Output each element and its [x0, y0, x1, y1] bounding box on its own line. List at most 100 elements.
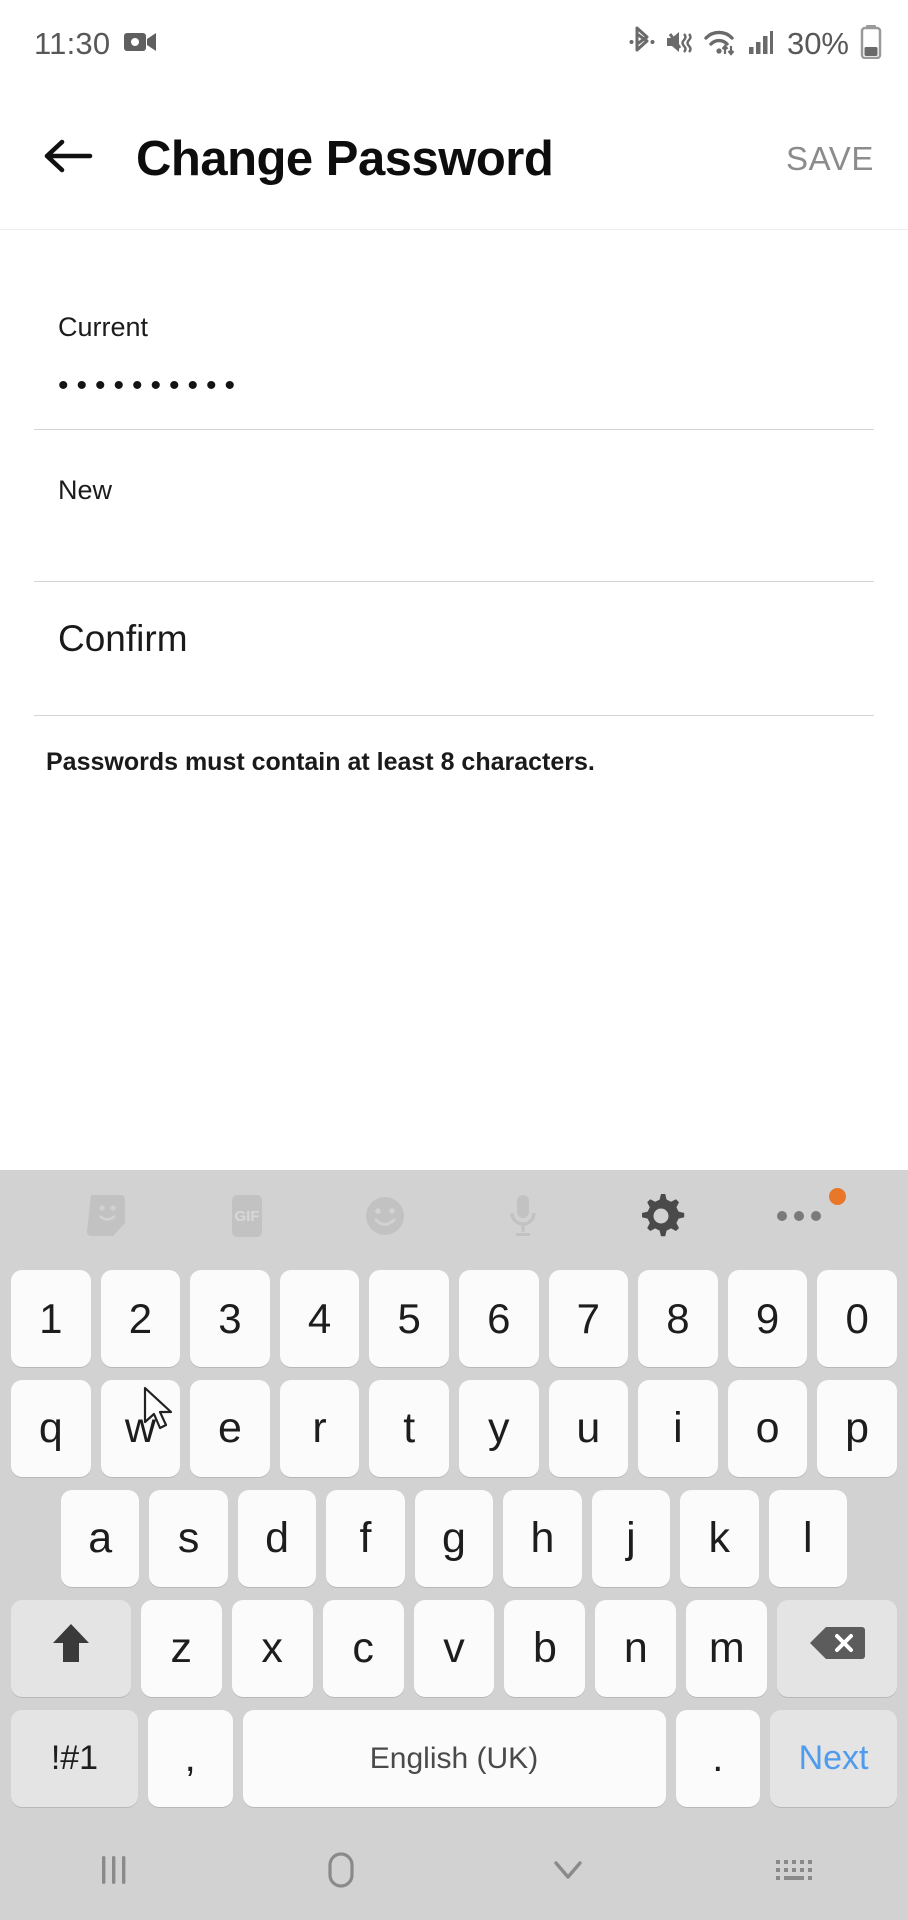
- current-password-label: Current: [58, 312, 149, 342]
- mute-vibrate-icon: [664, 26, 694, 63]
- notification-badge-dot: [829, 1188, 846, 1205]
- backspace-key[interactable]: [777, 1600, 897, 1697]
- key-1[interactable]: 1: [11, 1270, 91, 1367]
- keyboard-settings-button[interactable]: [592, 1170, 730, 1266]
- status-bar-right: 30%: [629, 24, 882, 64]
- home-button[interactable]: [227, 1824, 454, 1920]
- shift-arrow-icon: [49, 1619, 93, 1678]
- save-button[interactable]: SAVE: [782, 130, 878, 188]
- recents-icon: [93, 1850, 135, 1895]
- change-password-form: Current •••••••••• New Confirm Passwords…: [0, 230, 908, 1170]
- shift-key[interactable]: [11, 1600, 131, 1697]
- key-k[interactable]: k: [680, 1490, 759, 1587]
- cellular-signal-icon: [748, 26, 774, 63]
- key-w[interactable]: w: [100, 1380, 181, 1477]
- gif-button[interactable]: GIF: [178, 1170, 316, 1266]
- key-x[interactable]: x: [231, 1600, 313, 1697]
- gear-icon: [635, 1190, 687, 1247]
- key-v[interactable]: v: [413, 1600, 495, 1697]
- keyboard-toolbar: GIF: [0, 1170, 908, 1266]
- key-d[interactable]: d: [237, 1490, 317, 1587]
- confirm-password-field[interactable]: Confirm: [34, 582, 874, 716]
- key-c[interactable]: c: [322, 1600, 404, 1697]
- back-arrow-icon: [42, 136, 94, 181]
- key-j[interactable]: j: [591, 1490, 671, 1587]
- space-key[interactable]: English (UK): [242, 1710, 666, 1807]
- period-key[interactable]: .: [675, 1710, 761, 1807]
- key-i[interactable]: i: [638, 1380, 718, 1477]
- key-p[interactable]: p: [817, 1380, 897, 1477]
- current-password-value: ••••••••••: [58, 369, 244, 402]
- status-bar: 11:30 30%: [0, 0, 908, 88]
- key-m[interactable]: m: [686, 1600, 768, 1697]
- phone-screen: 11:30 30% Change Password SAVE Current •…: [0, 0, 908, 1920]
- back-button[interactable]: [36, 127, 100, 191]
- keyboard-switch-button[interactable]: [681, 1824, 908, 1920]
- key-f[interactable]: f: [326, 1490, 405, 1587]
- keyboard-row-numbers: 1 2 3 4 5 6 7 8 9 0: [0, 1270, 908, 1367]
- status-bar-left: 11:30: [34, 26, 158, 62]
- key-2[interactable]: 2: [100, 1270, 181, 1367]
- keyboard-row-home: a s d f g h j k l: [0, 1490, 908, 1587]
- key-l[interactable]: l: [768, 1490, 847, 1587]
- recents-button[interactable]: [0, 1824, 227, 1920]
- hide-keyboard-button[interactable]: [454, 1824, 681, 1920]
- key-h[interactable]: h: [503, 1490, 582, 1587]
- home-icon: [319, 1848, 363, 1897]
- battery-percent-label: 30%: [786, 26, 849, 61]
- current-password-field[interactable]: Current ••••••••••: [34, 230, 874, 430]
- key-4[interactable]: 4: [279, 1270, 360, 1367]
- symbols-key[interactable]: !#1: [11, 1710, 138, 1807]
- key-q[interactable]: q: [11, 1380, 91, 1477]
- key-s[interactable]: s: [149, 1490, 228, 1587]
- key-t[interactable]: t: [369, 1380, 449, 1477]
- key-5[interactable]: 5: [369, 1270, 449, 1367]
- key-a[interactable]: a: [61, 1490, 140, 1587]
- key-b[interactable]: b: [504, 1600, 586, 1697]
- bluetooth-icon: [629, 26, 655, 63]
- key-g[interactable]: g: [414, 1490, 494, 1587]
- key-8[interactable]: 8: [638, 1270, 718, 1367]
- emoji-button[interactable]: [316, 1170, 454, 1266]
- key-0[interactable]: 0: [817, 1270, 897, 1367]
- key-3[interactable]: 3: [190, 1270, 270, 1367]
- new-password-field[interactable]: New: [34, 430, 874, 582]
- key-y[interactable]: y: [458, 1380, 539, 1477]
- key-6[interactable]: 6: [458, 1270, 539, 1367]
- app-bar: Change Password SAVE: [0, 88, 908, 230]
- key-9[interactable]: 9: [727, 1270, 808, 1367]
- page-title: Change Password: [136, 131, 554, 186]
- key-n[interactable]: n: [595, 1600, 677, 1697]
- gif-icon: GIF: [224, 1191, 270, 1246]
- system-navigation-bar: [0, 1824, 908, 1920]
- svg-text:GIF: GIF: [235, 1208, 260, 1225]
- key-7[interactable]: 7: [548, 1270, 629, 1367]
- keyboard-row-zxcv: z x c v b n m: [0, 1600, 908, 1697]
- key-e[interactable]: e: [190, 1380, 270, 1477]
- password-helper-text: Passwords must contain at least 8 charac…: [46, 748, 595, 776]
- more-options-button[interactable]: [730, 1170, 868, 1266]
- comma-key[interactable]: ,: [147, 1710, 233, 1807]
- sticker-icon: [86, 1191, 132, 1246]
- microphone-icon: [503, 1190, 543, 1247]
- hide-keyboard-icon: [546, 1853, 590, 1892]
- microphone-button[interactable]: [454, 1170, 592, 1266]
- more-options-icon: [775, 1208, 823, 1229]
- keyboard-row-qwerty: q w e r t y u i o p: [0, 1380, 908, 1477]
- status-clock: 11:30: [34, 26, 111, 61]
- wifi-icon: [703, 26, 739, 63]
- backspace-icon: [808, 1623, 866, 1674]
- confirm-password-label: Confirm: [58, 618, 188, 659]
- emoji-icon: [360, 1191, 410, 1246]
- key-u[interactable]: u: [548, 1380, 629, 1477]
- key-r[interactable]: r: [279, 1380, 360, 1477]
- battery-icon: [860, 24, 882, 64]
- key-o[interactable]: o: [727, 1380, 808, 1477]
- keyboard-row-bottom: !#1 , English (UK) . Next: [0, 1710, 908, 1807]
- sticker-button[interactable]: [40, 1170, 178, 1266]
- on-screen-keyboard: GIF 1 2 3 4 5 6 7 8 9 0 q w e r t y u i …: [0, 1170, 908, 1824]
- keyboard-switch-icon: [772, 1854, 818, 1891]
- key-z[interactable]: z: [140, 1600, 222, 1697]
- next-key[interactable]: Next: [770, 1710, 897, 1807]
- new-password-label: New: [58, 475, 113, 505]
